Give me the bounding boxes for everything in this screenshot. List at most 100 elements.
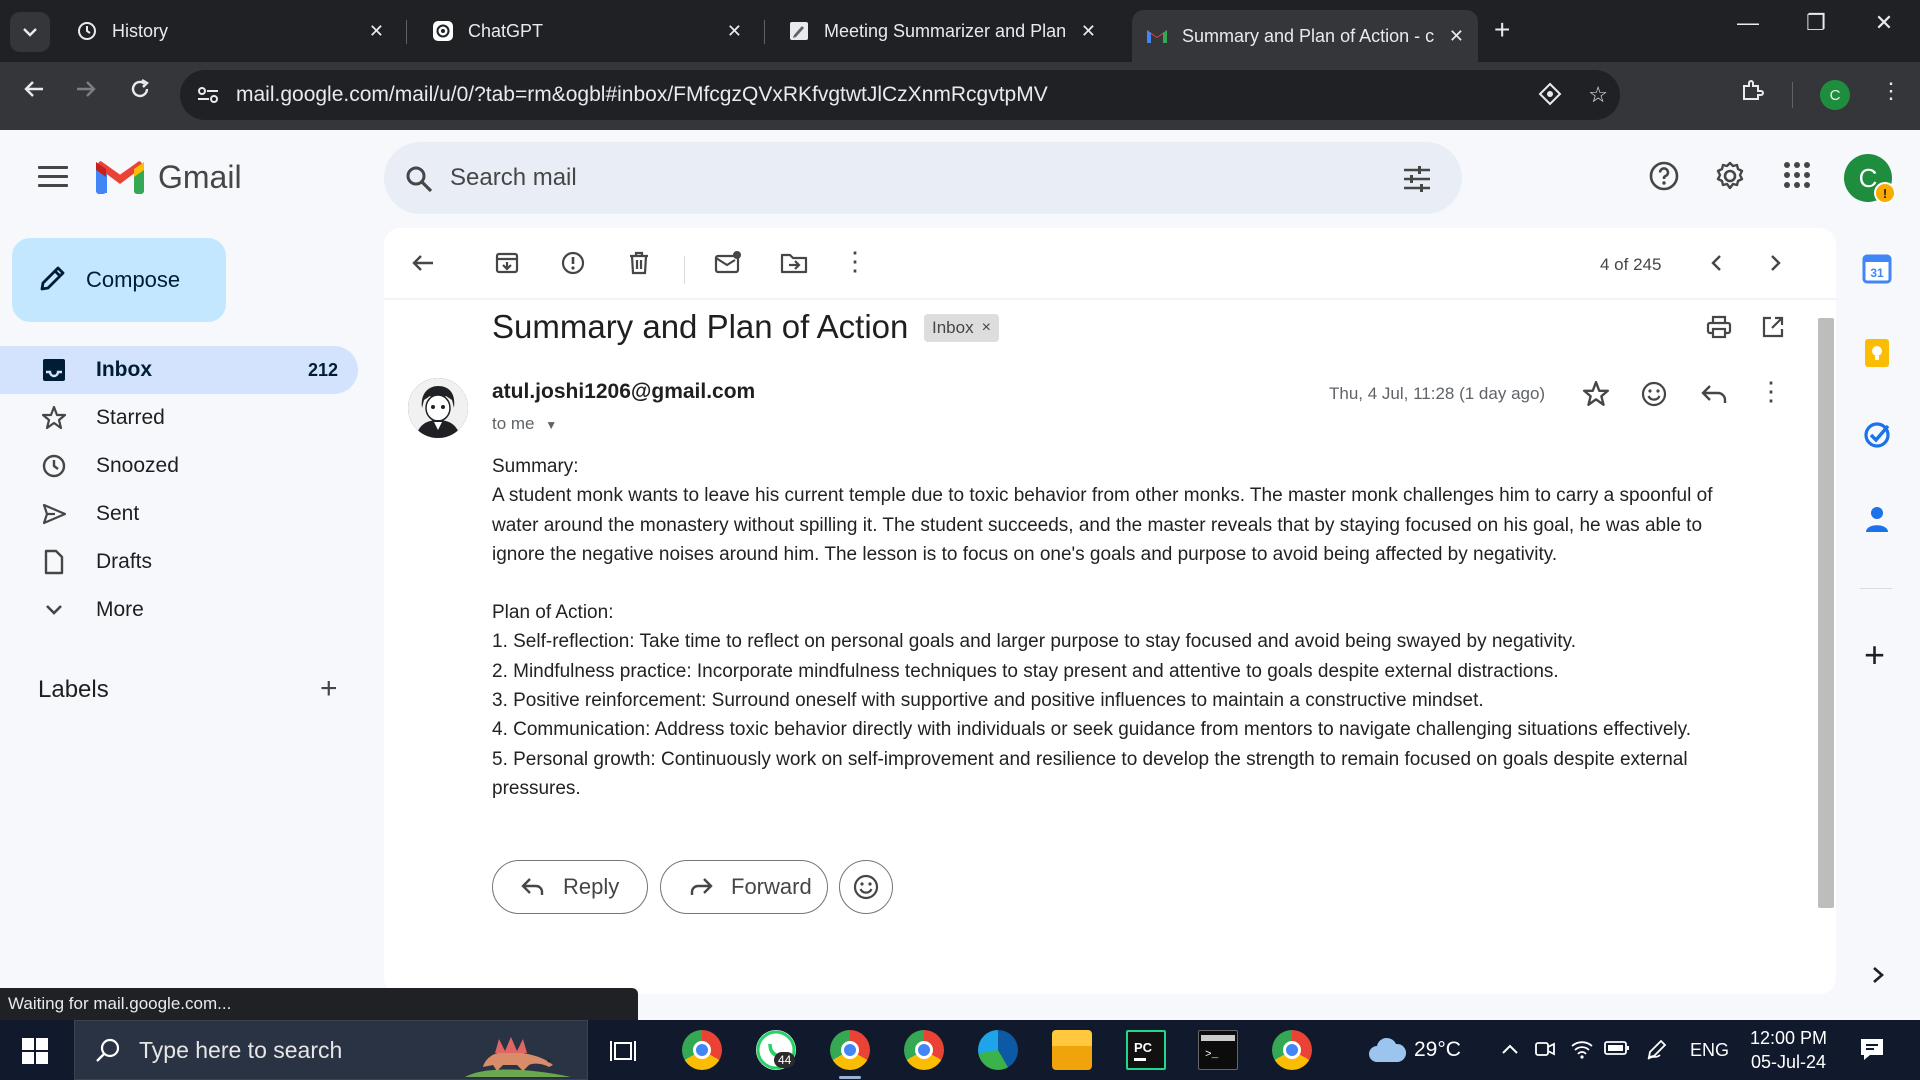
forward-button[interactable] <box>66 78 106 107</box>
tab-history[interactable]: History ✕ <box>62 10 398 52</box>
newer-chevron-icon[interactable] <box>1704 250 1730 281</box>
back-button[interactable] <box>14 78 54 107</box>
google-lens-icon[interactable] <box>1538 82 1562 112</box>
emoji-reaction-icon[interactable] <box>1640 380 1668 413</box>
close-icon[interactable]: ✕ <box>1449 26 1464 47</box>
open-new-window-icon[interactable] <box>1760 314 1786 345</box>
caret-down-icon[interactable]: ▼ <box>545 418 557 432</box>
weather-cloud-icon[interactable] <box>1368 1036 1407 1070</box>
clock-icon <box>40 453 68 479</box>
show-side-panel-icon[interactable] <box>1870 964 1886 992</box>
main-menu-icon[interactable] <box>38 166 68 193</box>
summary-heading: Summary: <box>492 456 579 477</box>
terminal-app-icon[interactable]: >_ <box>1198 1030 1238 1070</box>
search-options-icon[interactable] <box>1402 164 1432 199</box>
gmail-wordmark[interactable]: Gmail <box>158 159 242 196</box>
close-icon[interactable]: ✕ <box>369 21 384 42</box>
back-to-inbox-icon[interactable] <box>410 250 436 281</box>
sender-email[interactable]: atul.joshi1206@gmail.com <box>492 380 755 404</box>
sidebar-item-sent[interactable]: Sent <box>0 490 358 538</box>
restore-button[interactable]: ❐ <box>1786 10 1846 36</box>
chrome-profile-a-app-icon[interactable] <box>904 1030 944 1070</box>
chrome-profile-s-app-icon[interactable] <box>1272 1030 1312 1070</box>
delete-icon[interactable] <box>626 250 652 281</box>
settings-gear-icon[interactable] <box>1714 160 1746 197</box>
file-explorer-icon[interactable] <box>1052 1030 1092 1070</box>
message-more-icon[interactable]: ⋮ <box>1758 376 1784 407</box>
show-hidden-icons-chevron-icon[interactable] <box>1500 1038 1520 1062</box>
more-vert-icon[interactable]: ⋮ <box>1880 78 1902 104</box>
sidebar-item-snoozed[interactable]: Snoozed <box>0 442 358 490</box>
sidebar-item-drafts[interactable]: Drafts <box>0 538 358 586</box>
battery-icon[interactable] <box>1604 1038 1630 1062</box>
tab-summary-plan-active[interactable]: Summary and Plan of Action - c ✕ <box>1132 10 1478 62</box>
reply-button[interactable]: Reply <box>492 860 648 914</box>
sender-avatar[interactable] <box>408 378 468 438</box>
more-actions-icon[interactable]: ⋮ <box>842 246 868 277</box>
reply-label: Reply <box>563 874 620 899</box>
edge-app-icon[interactable] <box>978 1030 1018 1070</box>
bookmark-star-icon[interactable]: ☆ <box>1588 82 1608 108</box>
recipient-details[interactable]: to me ▼ <box>492 414 557 434</box>
loading-status: Waiting for mail.google.com... <box>0 988 638 1022</box>
close-window-button[interactable]: ✕ <box>1854 10 1914 36</box>
address-bar[interactable]: mail.google.com/mail/u/0/?tab=rm&ogbl#in… <box>180 70 1620 120</box>
star-icon[interactable] <box>1582 380 1610 413</box>
scrollbar[interactable] <box>1818 318 1834 908</box>
calendar-icon[interactable]: 31 <box>1862 254 1892 289</box>
gmail-logo-icon[interactable] <box>96 160 144 201</box>
search-input[interactable]: Search mail <box>450 164 577 192</box>
reply-icon[interactable] <box>1700 380 1728 413</box>
sidebar-item-starred[interactable]: Starred <box>0 394 358 442</box>
notifications-icon[interactable] <box>1858 1036 1886 1069</box>
move-to-icon[interactable] <box>780 250 808 281</box>
task-view-icon[interactable] <box>610 1038 636 1069</box>
whatsapp-app-icon[interactable]: 44 <box>756 1030 796 1070</box>
remove-label-icon[interactable]: × <box>982 319 991 337</box>
archive-icon[interactable] <box>494 250 520 281</box>
taskbar-search[interactable]: Type here to search <box>74 1020 588 1080</box>
wifi-icon[interactable] <box>1570 1038 1594 1066</box>
chrome-profile-c-app-icon[interactable] <box>830 1030 870 1070</box>
system-clock[interactable]: 12:00 PM 05-Jul-24 <box>1750 1026 1827 1074</box>
profile-avatar[interactable]: C <box>1820 80 1850 110</box>
contacts-icon[interactable] <box>1862 504 1892 539</box>
site-info-icon[interactable] <box>194 81 222 109</box>
reload-button[interactable] <box>120 78 160 107</box>
search-icon[interactable] <box>404 164 434 199</box>
help-icon[interactable] <box>1648 160 1680 197</box>
close-icon[interactable]: ✕ <box>727 21 742 42</box>
windows-start-icon[interactable] <box>22 1038 48 1069</box>
clock-time: 12:00 PM <box>1750 1028 1828 1048</box>
tasks-icon[interactable] <box>1862 420 1892 455</box>
tab-search-button[interactable] <box>10 12 50 52</box>
apps-grid-icon[interactable] <box>1782 160 1812 195</box>
taskbar-search-input[interactable]: Type here to search <box>139 1037 342 1064</box>
chrome-app-icon[interactable] <box>682 1030 722 1070</box>
older-chevron-icon[interactable] <box>1762 250 1788 281</box>
keep-icon[interactable] <box>1862 338 1892 373</box>
forward-button[interactable]: Forward <box>660 860 828 914</box>
compose-button[interactable]: Compose <box>12 238 226 322</box>
report-spam-icon[interactable] <box>560 250 586 281</box>
sidebar-item-more[interactable]: More <box>0 586 358 634</box>
new-tab-button[interactable]: + <box>1494 14 1510 46</box>
pycharm-app-icon[interactable]: PC <box>1126 1030 1166 1070</box>
pen-menu-icon[interactable] <box>1646 1038 1668 1066</box>
add-label-icon[interactable]: + <box>320 672 338 706</box>
meet-now-icon[interactable] <box>1534 1038 1556 1066</box>
search-bar[interactable]: Search mail <box>384 142 1462 214</box>
print-icon[interactable] <box>1706 314 1732 345</box>
minimize-button[interactable]: — <box>1718 10 1778 36</box>
extensions-icon[interactable] <box>1740 78 1764 108</box>
get-addons-icon[interactable]: + <box>1864 634 1885 676</box>
tab-meeting-summarizer[interactable]: Meeting Summarizer and Plan c ✕ <box>774 10 1110 52</box>
weather-temperature[interactable]: 29°C <box>1414 1038 1461 1062</box>
mark-unread-icon[interactable] <box>714 250 742 281</box>
emoji-react-button[interactable] <box>839 860 893 914</box>
sidebar-item-inbox[interactable]: Inbox 212 <box>0 346 358 394</box>
inbox-label-chip[interactable]: Inbox × <box>924 314 999 342</box>
input-language[interactable]: ENG <box>1690 1040 1729 1061</box>
close-icon[interactable]: ✕ <box>1081 21 1096 42</box>
tab-chatgpt[interactable]: ChatGPT ✕ <box>418 10 756 52</box>
